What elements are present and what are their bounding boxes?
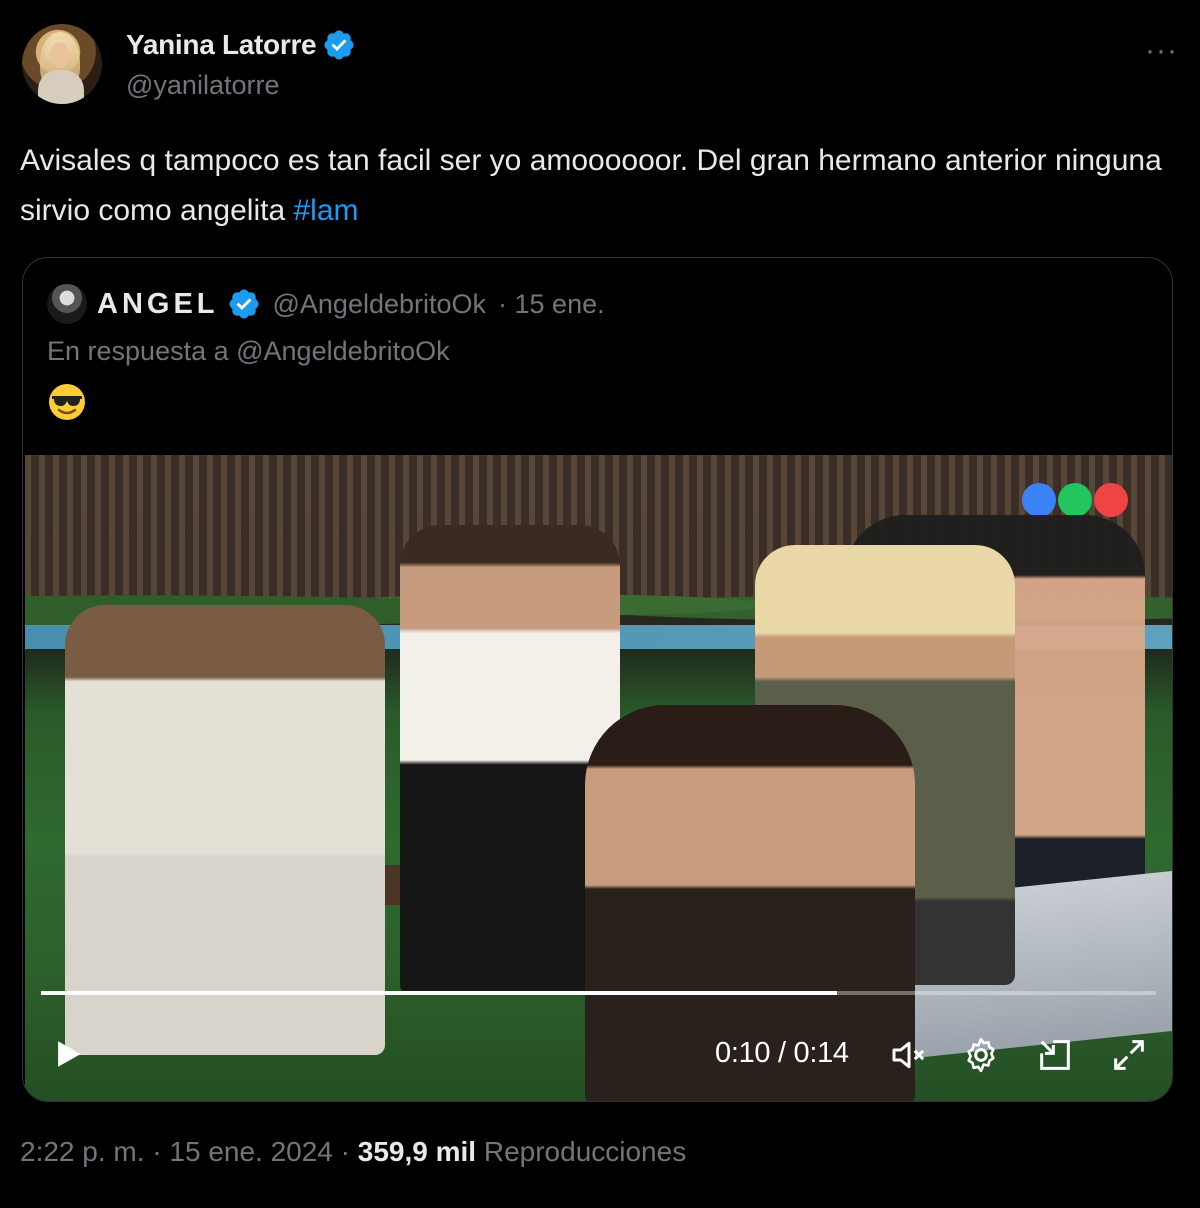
tweet-footer: 2:22 p. m. · 15 ene. 2024 · 359,9 mil Re…	[20, 1136, 686, 1168]
quoted-date[interactable]: · 15 ene.	[498, 289, 605, 320]
settings-icon[interactable]	[961, 1035, 1001, 1075]
play-icon[interactable]	[51, 1037, 85, 1071]
views-label: Reproducciones	[476, 1136, 687, 1167]
author-name[interactable]: Yanina Latorre	[126, 29, 317, 61]
tweet-text: Avisales q tampoco es tan facil ser yo a…	[20, 136, 1170, 236]
author-name-row: Yanina Latorre	[126, 28, 356, 62]
tweet-body: Avisales q tampoco es tan facil ser yo a…	[20, 144, 1162, 227]
video-time: 0:10 / 0:14	[715, 1037, 849, 1069]
pip-icon[interactable]	[1035, 1035, 1075, 1075]
reply-context: En respuesta a @AngeldebritoOk	[47, 336, 450, 366]
channel-logo	[1022, 483, 1132, 519]
video-player[interactable]: 0:10 / 0:14	[25, 455, 1172, 1101]
views-count: 359,9 mil	[357, 1136, 477, 1167]
video-progress-bar[interactable]	[41, 991, 1156, 995]
quoted-author-handle[interactable]: @AngeldebritoOk	[273, 289, 487, 320]
video-controls: 0:10 / 0:14	[25, 1025, 1172, 1085]
verified-badge-icon	[228, 289, 259, 319]
quoted-author-name[interactable]: ANGEL	[97, 288, 219, 321]
verified-badge-icon	[324, 30, 354, 60]
author-handle[interactable]: @yanilatorre	[126, 70, 279, 101]
tweet-header: Yanina Latorre @yanilatorre ···	[22, 24, 1178, 108]
mute-icon[interactable]	[889, 1035, 929, 1075]
sunglasses-emoji-icon	[49, 384, 85, 420]
quoted-header: ANGEL @AngeldebritoOk · 15 ene.	[47, 284, 605, 324]
fullscreen-icon[interactable]	[1109, 1035, 1149, 1075]
quoted-avatar[interactable]	[47, 284, 87, 324]
more-options-icon[interactable]: ···	[1145, 34, 1178, 68]
hashtag-link[interactable]: #lam	[293, 194, 358, 227]
tweet-timestamp[interactable]: 2:22 p. m. · 15 ene. 2024 ·	[20, 1136, 358, 1167]
quoted-tweet[interactable]: ANGEL @AngeldebritoOk · 15 ene. En respu…	[22, 257, 1173, 1102]
video-progress-fill	[41, 991, 838, 995]
avatar[interactable]	[22, 24, 102, 104]
